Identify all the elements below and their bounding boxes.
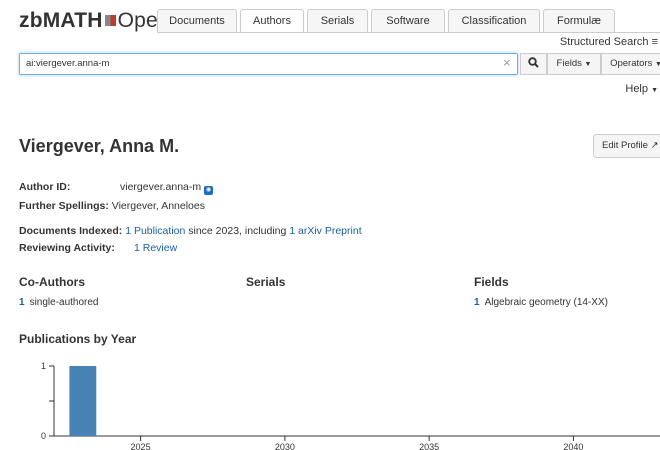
y-tick-label: 0: [41, 431, 46, 441]
publications-by-year-heading: Publications by Year: [19, 332, 137, 346]
external-link-icon: ↗: [650, 140, 659, 151]
help-dropdown[interactable]: Help ▼: [625, 83, 658, 95]
caret-down-icon: ▼: [584, 61, 592, 68]
arxiv-preprint-link[interactable]: 1 arXiv Preprint: [289, 225, 361, 237]
nav-tabs: Documents Authors Serials Software Class…: [157, 9, 618, 33]
structured-search-label: Structured Search: [559, 36, 649, 48]
tab-classification[interactable]: Classification: [448, 9, 540, 32]
list-icon: ≡: [651, 36, 658, 48]
documents-row: Documents Indexed: 1 Publication since 2…: [19, 225, 362, 237]
reviewing-label: Reviewing Activity:: [19, 242, 115, 254]
field-count: 1: [474, 297, 480, 308]
search-button[interactable]: [520, 53, 547, 75]
zbmath-logo[interactable]: zbMATH Open: [19, 9, 170, 33]
x-tick-label: 2040: [563, 442, 583, 450]
help-label: Help: [625, 83, 648, 95]
tab-software[interactable]: Software: [371, 9, 445, 32]
tab-documents[interactable]: Documents: [157, 9, 237, 32]
author-id-row: Author ID: viergever.anna-m ◉: [19, 181, 214, 195]
coauthor-count: 1: [19, 297, 25, 308]
caret-down-icon: ▼: [654, 61, 660, 68]
tab-serials[interactable]: Serials: [307, 9, 368, 32]
reviews-link[interactable]: 1 Review: [134, 242, 177, 254]
coauthor-text: single-authored: [29, 297, 99, 308]
fields-dropdown[interactable]: Fields ▼: [547, 53, 601, 75]
author-id-value: viergever.anna-m: [120, 181, 202, 193]
operators-label: Operators: [610, 58, 653, 69]
fields-label: Fields: [556, 58, 582, 69]
logo-text-bold: zbMATH: [19, 9, 103, 32]
edit-profile-label: Edit Profile: [602, 140, 648, 151]
documents-label: Documents Indexed:: [19, 225, 123, 237]
spellings-value: Viergever, Anneloes: [111, 200, 205, 212]
spellings-row: Further Spellings: Viergever, Anneloes: [19, 200, 205, 212]
tab-formulae[interactable]: Formulæ: [543, 9, 615, 32]
publications-link[interactable]: 1 Publication: [125, 225, 185, 237]
x-tick-label: 2030: [275, 442, 295, 450]
clear-search-icon[interactable]: ×: [503, 55, 511, 70]
edit-profile-button[interactable]: Edit Profile ↗: [593, 134, 660, 158]
serials-heading: Serials: [246, 275, 286, 289]
x-tick-label: 2035: [419, 442, 439, 450]
y-tick-label: 1: [41, 361, 46, 371]
spellings-label: Further Spellings:: [19, 200, 109, 212]
coauthors-heading: Co-Authors: [19, 275, 85, 289]
author-name: Viergever, Anna M.: [19, 136, 180, 156]
tab-divider: [157, 32, 660, 33]
field-text: Algebraic geometry (14-XX): [484, 297, 608, 308]
coauthor-item[interactable]: 1 single-authored: [19, 297, 99, 308]
documents-text: since 2023, including: [188, 225, 287, 237]
publications-chart: 0 1 2025 2030 2035 2040: [41, 361, 660, 450]
reviewing-row: Reviewing Activity: 1 Review: [19, 242, 177, 254]
author-id-label: Author ID:: [19, 181, 71, 193]
logo-mark-icon: [104, 15, 116, 26]
fields-heading: Fields: [474, 275, 509, 289]
tab-authors[interactable]: Authors: [240, 9, 304, 32]
rss-feed-icon[interactable]: ◉: [204, 186, 214, 195]
x-tick-label: 2025: [131, 442, 151, 450]
search-input[interactable]: ai:viergever.anna-m: [19, 53, 518, 75]
search-icon: [528, 57, 539, 68]
bar-2023: [69, 366, 97, 436]
operators-dropdown[interactable]: Operators ▼: [601, 53, 660, 75]
caret-down-icon: ▼: [651, 87, 658, 94]
structured-search-link[interactable]: Structured Search ≡: [560, 36, 658, 48]
field-item[interactable]: 1 Algebraic geometry (14-XX): [474, 297, 608, 308]
